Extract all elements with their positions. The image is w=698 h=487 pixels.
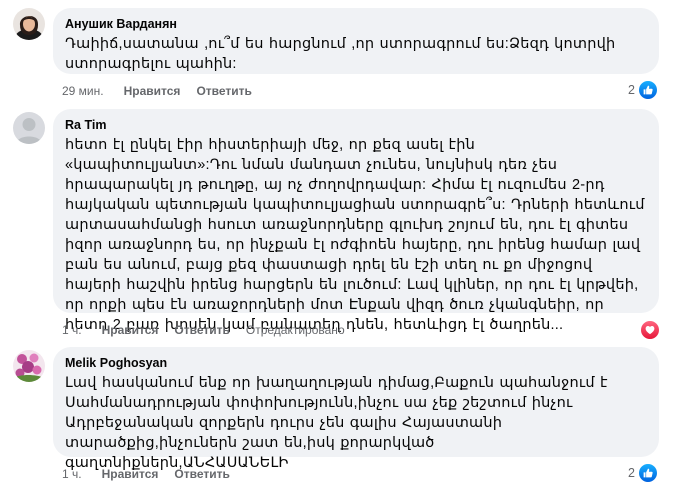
like-button[interactable]: Нравится — [124, 83, 181, 99]
like-button[interactable]: Нравится — [102, 466, 159, 482]
reaction-summary[interactable]: 2 — [628, 80, 658, 100]
like-icon — [637, 80, 658, 100]
comment-text: հետո էլ ընկել էիր հիստերիայի մեջ, որ քեզ… — [65, 137, 645, 333]
reply-button[interactable]: Ответить — [174, 322, 229, 338]
avatar[interactable] — [13, 350, 45, 382]
comment-actions: 29 мин. Нравится Ответить — [62, 83, 268, 99]
comment-author[interactable]: Анушик Варданян — [65, 16, 647, 32]
avatar[interactable] — [13, 112, 45, 144]
like-button[interactable]: Нравится — [102, 322, 159, 338]
comment-bubble: Ra Tim հետո էլ ընկել էիր հիստերիայի մեջ,… — [53, 109, 659, 333]
comment-text: Դաիիճ,սատանա ,ու՞մ ես հարցնում ,որ ստորա… — [65, 36, 616, 72]
comment-bubble: Melik Poghosyan Լավ հասկանում ենք որ խաղ… — [53, 347, 659, 471]
reaction-count: 2 — [628, 466, 635, 480]
comment-author[interactable]: Ra Tim — [65, 117, 647, 133]
comment-timestamp[interactable]: 1 ч. — [62, 322, 82, 338]
avatar[interactable] — [13, 8, 45, 40]
reaction-summary[interactable] — [640, 320, 660, 340]
comment-timestamp[interactable]: 1 ч. — [62, 466, 82, 482]
reaction-summary[interactable]: 2 — [628, 463, 658, 483]
love-icon — [640, 320, 660, 340]
reply-button[interactable]: Ответить — [196, 83, 251, 99]
comment-text: Լավ հասկանում ենք որ խաղաղության դիմաց,Բ… — [65, 375, 608, 471]
comment-timestamp[interactable]: 29 мин. — [62, 83, 104, 99]
edited-label[interactable]: Отредактировано — [246, 322, 345, 338]
comment-author[interactable]: Melik Poghosyan — [65, 355, 647, 371]
like-icon — [637, 463, 658, 483]
comment-actions: 1 ч. Нравится Ответить — [62, 466, 246, 482]
comment-bubble: Анушик Варданян Դաիիճ,սատանա ,ու՞մ ես հա… — [53, 8, 659, 74]
reply-button[interactable]: Ответить — [174, 466, 229, 482]
reaction-count: 2 — [628, 83, 635, 97]
comment-actions: 1 ч. Нравится Ответить Отредактировано — [62, 322, 361, 338]
